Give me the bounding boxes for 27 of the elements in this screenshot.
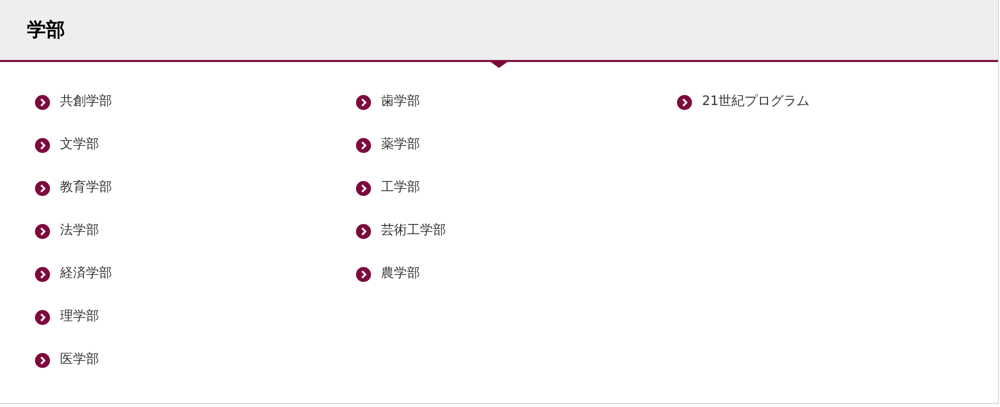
- faculty-link[interactable]: 農学部: [356, 265, 420, 283]
- chevron-right-icon: [35, 94, 50, 110]
- chevron-right-icon: [356, 266, 371, 282]
- faculty-link[interactable]: 歯学部: [356, 93, 420, 111]
- faculty-link[interactable]: 経済学部: [35, 265, 112, 283]
- faculty-link[interactable]: 共創学部: [35, 93, 112, 111]
- chevron-right-icon: [35, 266, 50, 282]
- faculty-link[interactable]: 21世紀プログラム: [677, 93, 810, 111]
- chevron-right-icon: [356, 94, 371, 110]
- faculty-link[interactable]: 理学部: [35, 308, 99, 326]
- faculty-link[interactable]: 文学部: [35, 136, 99, 154]
- chevron-right-icon: [356, 180, 371, 196]
- faculty-link[interactable]: 教育学部: [35, 179, 112, 197]
- chevron-right-icon: [35, 310, 50, 324]
- chevron-right-icon: [677, 94, 692, 110]
- chevron-right-icon: [356, 224, 371, 238]
- faculty-link[interactable]: 工学部: [356, 179, 420, 197]
- chevron-right-icon: [356, 138, 371, 152]
- chevron-right-icon: [35, 224, 50, 238]
- faculty-link[interactable]: 薬学部: [356, 136, 420, 154]
- faculty-link[interactable]: 医学部: [35, 351, 99, 369]
- chevron-right-icon: [35, 352, 50, 368]
- faculty-link[interactable]: 法学部: [35, 222, 99, 240]
- chevron-right-icon: [35, 180, 50, 196]
- faculty-link[interactable]: 芸術工学部: [356, 222, 446, 240]
- chevron-right-icon: [35, 138, 50, 152]
- section-title: 学部: [27, 18, 65, 43]
